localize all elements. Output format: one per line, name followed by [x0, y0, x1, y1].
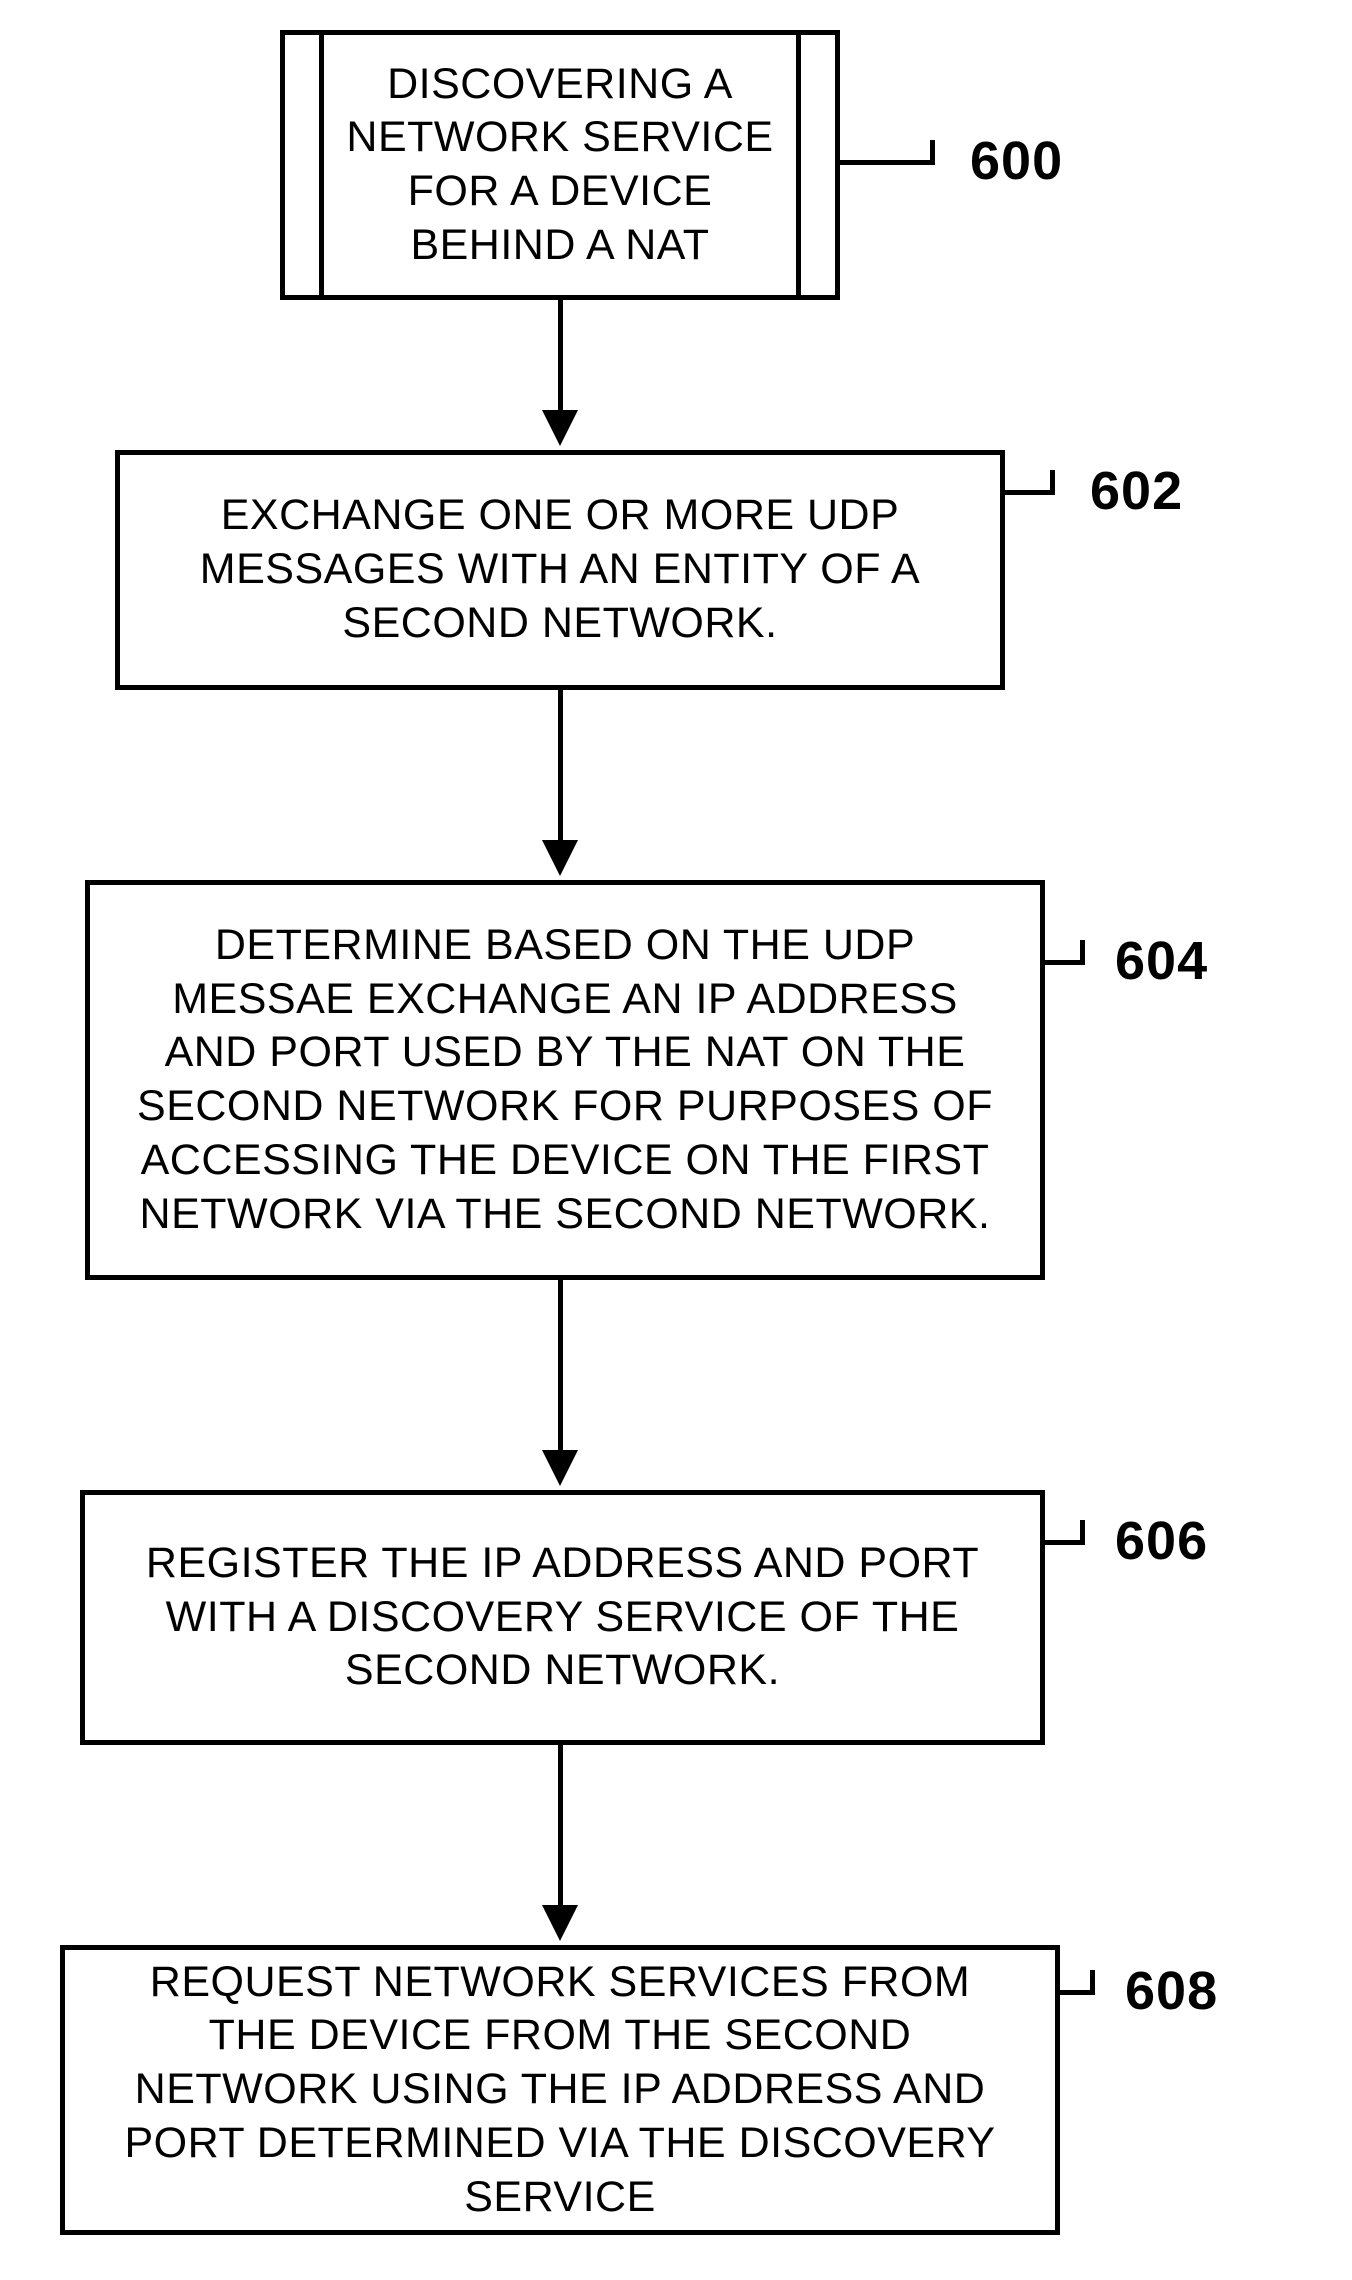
flow-label-600: 600 — [970, 130, 1063, 192]
flow-step-602: EXCHANGE ONE OR MORE UDP MESSAGES WITH A… — [115, 450, 1005, 690]
label-leader-604 — [1045, 960, 1085, 965]
flow-label-604b: 604 — [1115, 930, 1208, 992]
flow-step-602-text: EXCHANGE ONE OR MORE UDP MESSAGES WITH A… — [160, 489, 960, 650]
label-leader-600 — [840, 160, 935, 165]
label-leader-hook-608 — [1090, 1970, 1095, 1995]
label-leader-hook-602 — [1050, 470, 1055, 495]
flow-step-604-text: DETERMINE BASED ON THE UDP MESSAE EXCHAN… — [130, 919, 1000, 1242]
flow-step-604: DETERMINE BASED ON THE UDP MESSAE EXCHAN… — [85, 880, 1045, 1280]
label-leader-606 — [1045, 1540, 1085, 1545]
label-leader-hook-606 — [1080, 1520, 1085, 1545]
flow-step-608: REQUEST NETWORK SERVICES FROM THE DEVICE… — [60, 1945, 1060, 2235]
label-leader-hook-600 — [930, 140, 935, 165]
flow-step-606: REGISTER THE IP ADDRESS AND PORT WITH A … — [80, 1490, 1045, 1745]
flow-label-608: 608 — [1125, 1960, 1218, 2022]
flow-step-600-text: DISCOVERING A NETWORK SERVICE FOR A DEVI… — [344, 58, 776, 273]
flow-step-606-text: REGISTER THE IP ADDRESS AND PORT WITH A … — [125, 1537, 1000, 1698]
label-leader-602 — [1005, 490, 1055, 495]
flowchart-canvas: DISCOVERING A NETWORK SERVICE FOR A DEVI… — [0, 0, 1352, 2280]
flow-step-600: DISCOVERING A NETWORK SERVICE FOR A DEVI… — [280, 30, 840, 300]
flow-label-602: 602 — [1090, 460, 1183, 522]
flow-label-606: 606 — [1115, 1510, 1208, 1572]
flow-step-608-text: REQUEST NETWORK SERVICES FROM THE DEVICE… — [105, 1956, 1015, 2225]
label-leader-hook-604 — [1080, 940, 1085, 965]
